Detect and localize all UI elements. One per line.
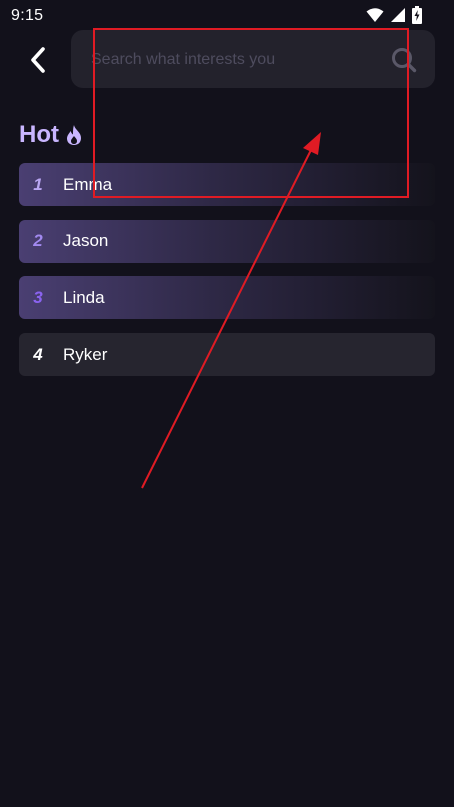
status-bar: 9:15 — [0, 0, 454, 32]
status-icons — [366, 6, 422, 24]
item-name: Emma — [63, 174, 113, 194]
rank-number: 1 — [33, 174, 43, 194]
hot-list-item-linda[interactable]: 3 Linda — [19, 276, 435, 320]
back-button[interactable] — [20, 42, 56, 78]
hot-list: 1 Emma 2 Jason 3 Linda 4 Ryker — [19, 163, 435, 390]
rank-number: 2 — [33, 231, 43, 251]
wifi-icon — [366, 8, 384, 22]
hot-list-item-ryker[interactable]: 4 Ryker — [19, 333, 435, 377]
item-name: Ryker — [63, 344, 108, 364]
rank-number: 3 — [33, 287, 43, 307]
flame-icon — [66, 125, 81, 145]
hot-list-item-emma[interactable]: 1 Emma — [19, 163, 435, 206]
status-time: 9:15 — [11, 7, 44, 24]
search-icon[interactable] — [391, 47, 417, 73]
hot-section-title: Hot — [19, 121, 83, 149]
screen: 9:15 Hot — [0, 0, 454, 807]
rank-number: 4 — [33, 344, 43, 364]
hot-title-text: Hot — [19, 121, 59, 148]
hot-list-item-jason[interactable]: 2 Jason — [19, 219, 435, 263]
item-name: Jason — [63, 231, 109, 251]
item-name: Linda — [63, 287, 105, 307]
search-input[interactable] — [89, 30, 383, 90]
battery-charging-icon — [412, 6, 422, 24]
signal-icon — [391, 8, 405, 22]
chevron-left-icon — [31, 47, 45, 73]
search-bar[interactable] — [71, 30, 435, 90]
